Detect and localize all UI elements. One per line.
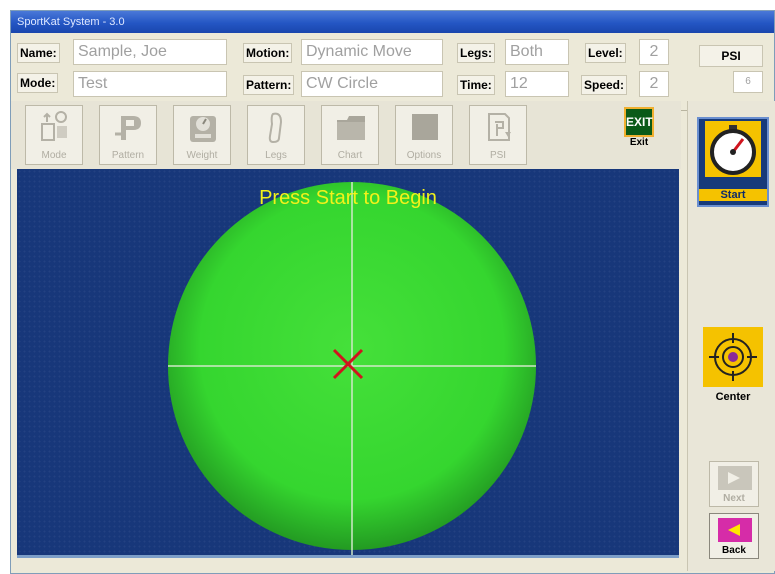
weight-button[interactable]: Weight xyxy=(173,105,231,165)
weight-button-label: Weight xyxy=(186,150,218,161)
next-arrow-icon xyxy=(718,466,752,490)
motion-field: Dynamic Move xyxy=(301,39,443,65)
options-button-label: Options xyxy=(406,150,442,161)
legs-field: Both xyxy=(505,39,569,65)
back-button-label: Back xyxy=(722,545,746,556)
mode-field: Test xyxy=(73,71,227,97)
motion-label: Motion: xyxy=(243,43,293,63)
exit-button-label: Exit xyxy=(629,137,649,148)
status-prompt: Press Start to Begin xyxy=(259,187,437,209)
weight-icon xyxy=(190,116,216,142)
psi-label: PSI xyxy=(699,45,763,67)
target-display xyxy=(168,182,536,555)
pattern-button-label: Pattern xyxy=(111,150,145,161)
next-button[interactable]: Next xyxy=(709,461,759,507)
time-label: Time: xyxy=(457,75,495,95)
toolbar: Mode Pattern Weight Legs Chart Options P… xyxy=(11,101,681,169)
training-canvas[interactable]: Press Start to Begin xyxy=(17,169,679,555)
back-button[interactable]: Back xyxy=(709,513,759,559)
legs-icon xyxy=(268,112,283,144)
options-button[interactable]: Options xyxy=(395,105,453,165)
pattern-field: CW Circle xyxy=(301,71,443,97)
chart-button-label: Chart xyxy=(337,150,363,161)
legs-label: Legs: xyxy=(457,43,496,63)
mode-label: Mode: xyxy=(17,73,59,93)
crosshair-target-icon xyxy=(703,327,763,387)
chart-button[interactable]: Chart xyxy=(321,105,379,165)
title-bar: SportKat System - 3.0 xyxy=(11,11,774,33)
app-window: SportKat System - 3.0 Name: Sample, Joe … xyxy=(10,10,775,574)
psi-button-label: PSI xyxy=(489,150,507,161)
level-label: Level: xyxy=(585,43,626,63)
pattern-label: Pattern: xyxy=(243,75,295,95)
speed-field: 2 xyxy=(639,71,669,97)
time-field: 12 xyxy=(505,71,569,97)
back-arrow-icon xyxy=(718,518,752,542)
exit-sign-icon: EXIT xyxy=(624,107,654,137)
options-icon xyxy=(412,114,438,140)
psi-icon xyxy=(488,113,511,141)
psi-field: 6 xyxy=(733,71,763,93)
session-info-panel: Name: Sample, Joe Mode: Test Motion: Dyn… xyxy=(11,33,774,111)
window-title: SportKat System - 3.0 xyxy=(17,16,125,28)
mode-icon xyxy=(41,111,67,141)
speed-label: Speed: xyxy=(581,75,628,95)
pattern-icon xyxy=(115,116,141,140)
name-label: Name: xyxy=(17,43,60,63)
chart-icon xyxy=(337,116,365,140)
mode-button-label: Mode xyxy=(41,150,67,161)
center-button[interactable]: Center xyxy=(699,327,767,411)
name-field: Sample, Joe xyxy=(73,39,227,65)
mode-button[interactable]: Mode xyxy=(25,105,83,165)
exit-button[interactable]: EXIT Exit xyxy=(617,107,661,163)
legs-button-label: Legs xyxy=(265,150,287,161)
start-button-label: Start xyxy=(699,189,767,201)
legs-button[interactable]: Legs xyxy=(247,105,305,165)
next-button-label: Next xyxy=(723,493,745,504)
stopwatch-icon xyxy=(705,121,761,177)
pattern-button[interactable]: Pattern xyxy=(99,105,157,165)
start-button[interactable]: Start xyxy=(697,117,769,207)
psi-button[interactable]: PSI xyxy=(469,105,527,165)
canvas-bottom-bar xyxy=(17,555,679,558)
level-field: 2 xyxy=(639,39,669,65)
center-button-label: Center xyxy=(715,391,751,403)
